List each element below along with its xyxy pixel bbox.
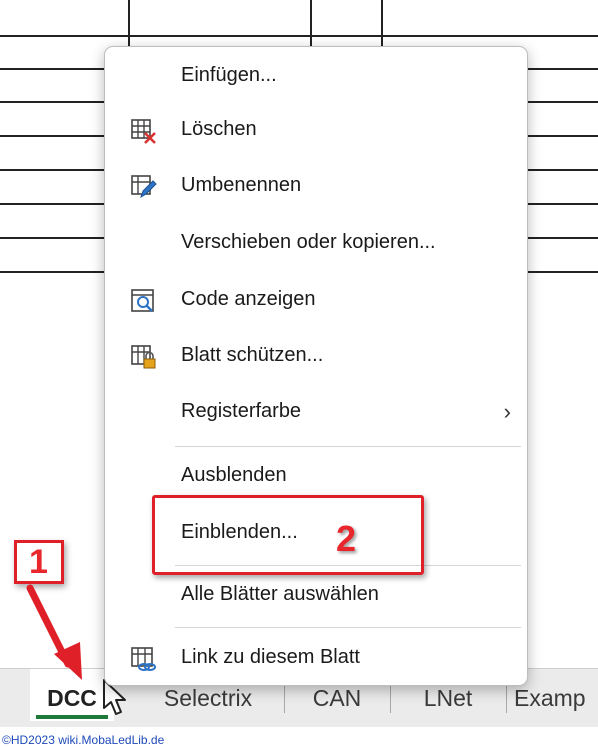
tab-separator bbox=[506, 683, 507, 713]
sheet-tab-label: LNet bbox=[423, 685, 473, 711]
menu-item-label: Umbenennen bbox=[181, 174, 302, 196]
footer-credit: ©HD2023 wiki.MobaLedLib.de bbox=[2, 733, 165, 747]
step-1-number: 1 bbox=[29, 543, 48, 581]
menu-item-label: Link zu diesem Blatt bbox=[181, 646, 360, 668]
menu-item-label: Code anzeigen bbox=[181, 288, 316, 310]
menu-item-protect-sheet[interactable]: Blatt schützen... bbox=[105, 332, 529, 382]
menu-item-delete[interactable]: Löschen bbox=[105, 106, 529, 156]
sheet-tab-label: DCC bbox=[47, 685, 97, 711]
link-sheet-icon bbox=[131, 647, 156, 671]
menu-item-label: Löschen bbox=[181, 118, 257, 140]
menu-item-label: Verschieben oder kopieren... bbox=[181, 231, 436, 253]
menu-separator bbox=[175, 627, 521, 628]
chevron-right-icon: › bbox=[503, 399, 511, 424]
highlight-unhide-box bbox=[152, 495, 424, 575]
sheet-tab-label: Selectrix bbox=[163, 685, 253, 711]
view-code-icon bbox=[131, 289, 154, 312]
red-arrow-icon bbox=[26, 584, 82, 680]
menu-item-tab-color[interactable]: Registerfarbe › bbox=[105, 388, 529, 438]
menu-item-label: Ausblenden bbox=[181, 464, 287, 486]
sheet-tab-label: CAN bbox=[312, 685, 362, 711]
step-2-number: 2 bbox=[336, 518, 357, 559]
grid-row-line bbox=[0, 35, 598, 37]
menu-item-label: Einfügen... bbox=[181, 64, 277, 86]
step-1-badge: 1 bbox=[14, 540, 64, 584]
menu-item-rename[interactable]: Umbenennen bbox=[105, 162, 529, 212]
menu-item-insert[interactable]: Einfügen... bbox=[105, 52, 529, 102]
menu-separator bbox=[175, 446, 521, 447]
sheet-context-menu: Einfügen... Löschen Umbenennen Verschieb… bbox=[104, 46, 528, 686]
active-tab-indicator bbox=[36, 715, 108, 719]
protect-sheet-icon bbox=[131, 345, 156, 369]
menu-item-label: Blatt schützen... bbox=[181, 344, 324, 366]
sheet-tab-label: Examp bbox=[514, 685, 586, 711]
menu-item-label: Registerfarbe bbox=[181, 400, 302, 422]
menu-item-label: Alle Blätter auswählen bbox=[181, 583, 379, 605]
menu-item-view-code[interactable]: Code anzeigen bbox=[105, 276, 529, 326]
menu-item-move-copy[interactable]: Verschieben oder kopieren... bbox=[105, 219, 529, 269]
tab-separator bbox=[390, 683, 391, 713]
menu-item-select-all-sheets[interactable]: Alle Blätter auswählen bbox=[105, 571, 529, 621]
tab-separator bbox=[284, 683, 285, 713]
delete-sheet-icon bbox=[131, 119, 156, 144]
menu-item-link-to-sheet[interactable]: Link zu diesem Blatt bbox=[105, 634, 529, 684]
rename-sheet-icon bbox=[131, 175, 157, 199]
